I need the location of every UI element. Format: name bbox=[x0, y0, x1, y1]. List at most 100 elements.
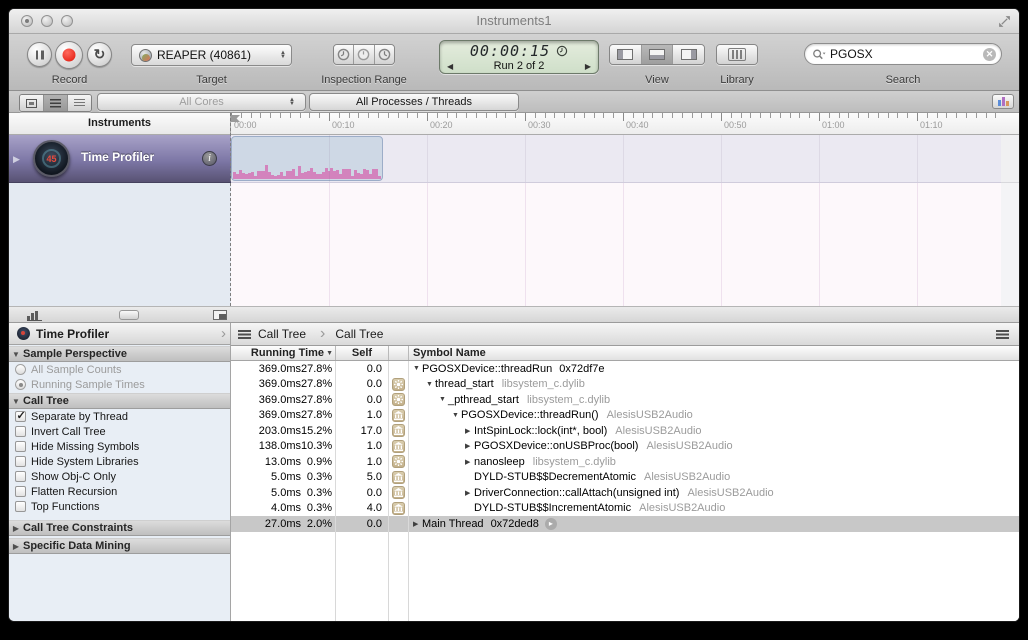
column-symbol-name[interactable]: Symbol Name bbox=[409, 346, 1019, 360]
table-row[interactable]: 27.0ms2.0%0.0▶Main Thread0x72ded8▸ bbox=[231, 516, 1019, 532]
checkbox-icon[interactable] bbox=[15, 456, 26, 467]
checkbox-icon[interactable] bbox=[15, 471, 26, 482]
pause-button[interactable] bbox=[27, 42, 52, 67]
processes-popup[interactable]: All Processes / Threads bbox=[309, 93, 519, 111]
section-sample-perspective[interactable]: ▼ Sample Perspective bbox=[9, 346, 230, 362]
cores-popup[interactable]: All Cores ▲▼ bbox=[97, 93, 306, 111]
ruler-minor-tick bbox=[966, 113, 967, 118]
column-self[interactable]: Self bbox=[336, 346, 389, 360]
checkbox-option-row[interactable]: Hide System Libraries bbox=[9, 454, 230, 469]
target-popup[interactable]: REAPER (40861) ▲▼ bbox=[131, 44, 292, 66]
table-header: Running Time▼ Self Symbol Name bbox=[231, 346, 1019, 361]
record-button[interactable] bbox=[55, 41, 83, 69]
table-row[interactable]: 369.0ms27.8%0.0▼thread_startlibsystem_c.… bbox=[231, 377, 1019, 393]
table-row[interactable]: 369.0ms27.8%0.0▼PGOSXDevice::threadRun0x… bbox=[231, 361, 1019, 377]
titlebar[interactable]: Instruments1 bbox=[9, 9, 1019, 34]
fullscreen-icon[interactable] bbox=[998, 15, 1011, 28]
checkbox-icon[interactable] bbox=[15, 426, 26, 437]
disclosure-closed-icon[interactable]: ▶ bbox=[465, 442, 474, 450]
breadcrumb-call-tree[interactable]: Call Tree bbox=[258, 327, 306, 341]
track-timeline[interactable] bbox=[231, 135, 1001, 183]
ruler-minor-tick bbox=[701, 113, 702, 118]
checkbox-option-row[interactable]: Hide Missing Symbols bbox=[9, 439, 230, 454]
extended-detail-button[interactable] bbox=[992, 94, 1014, 109]
disclosure-open-icon[interactable]: ▼ bbox=[439, 396, 448, 403]
table-row[interactable]: 203.0ms15.2%17.0▶IntSpinLock::lock(int*,… bbox=[231, 423, 1019, 439]
checkbox-option-row[interactable]: Separate by Thread bbox=[9, 409, 230, 424]
disclosure-open-icon[interactable]: ▼ bbox=[413, 365, 422, 372]
library-name: AlesisUSB2Audio bbox=[687, 487, 773, 499]
table-row[interactable]: 369.0ms27.8%0.0▼_pthread_startlibsystem_… bbox=[231, 392, 1019, 408]
instrument-list-empty bbox=[9, 183, 231, 306]
inspection-start-button[interactable] bbox=[334, 45, 353, 64]
radio-icon[interactable] bbox=[15, 364, 26, 375]
column-library-icon[interactable] bbox=[389, 346, 409, 360]
collapsed-section-header[interactable]: ▶Specific Data Mining bbox=[9, 538, 230, 554]
ruler-minor-tick bbox=[535, 113, 536, 118]
disclosure-closed-icon[interactable]: ▶ bbox=[465, 489, 474, 497]
checkbox-icon[interactable] bbox=[15, 441, 26, 452]
view-right-button[interactable] bbox=[672, 45, 704, 64]
table-row[interactable]: 138.0ms10.3%1.0▶PGOSXDevice::onUSBProc(b… bbox=[231, 439, 1019, 455]
checkbox-option-row[interactable]: Flatten Recursion bbox=[9, 484, 230, 499]
view-mode-list-button[interactable] bbox=[43, 95, 67, 111]
checkbox-icon[interactable] bbox=[15, 501, 26, 512]
view-bottom-button[interactable] bbox=[641, 45, 673, 64]
detail-menu-icon[interactable] bbox=[996, 330, 1009, 339]
column-running-time[interactable]: Running Time▼ bbox=[231, 346, 336, 360]
disclosure-open-icon[interactable]: ▼ bbox=[452, 412, 461, 419]
table-row[interactable]: 5.0ms0.3%0.0▶DriverConnection::callAttac… bbox=[231, 485, 1019, 501]
focus-arrow-icon[interactable]: ▸ bbox=[545, 518, 557, 530]
record-icon bbox=[63, 49, 76, 62]
view-mode-compact-button[interactable] bbox=[67, 95, 91, 111]
loop-button[interactable]: ↻ bbox=[87, 42, 112, 67]
clear-search-icon[interactable]: ✕ bbox=[983, 48, 996, 61]
view-left-button[interactable] bbox=[610, 45, 641, 64]
checkbox-icon[interactable] bbox=[15, 411, 26, 422]
running-time-percent: 2.0% bbox=[301, 518, 335, 530]
table-row[interactable]: 4.0ms0.3%4.0DYLD-STUB$$IncrementAtomicAl… bbox=[231, 501, 1019, 517]
track-info-button[interactable]: i bbox=[202, 151, 217, 166]
checkbox-option-row[interactable]: Invert Call Tree bbox=[9, 424, 230, 439]
strip-toggle-button[interactable] bbox=[119, 310, 139, 320]
sidebar-header[interactable]: Time Profiler › bbox=[9, 323, 230, 345]
menu-icon[interactable] bbox=[238, 330, 251, 339]
disclosure-closed-icon[interactable]: ▶ bbox=[465, 427, 474, 435]
filter-bar: All Cores ▲▼ All Processes / Threads bbox=[9, 91, 1019, 113]
checkbox-icon[interactable] bbox=[15, 486, 26, 497]
next-run-button[interactable]: ▶ bbox=[585, 62, 591, 71]
inspection-end-button[interactable] bbox=[374, 45, 394, 64]
checkbox-option-row[interactable]: Show Obj-C Only bbox=[9, 469, 230, 484]
collapsed-section-header[interactable]: ▶Call Tree Constraints bbox=[9, 520, 230, 536]
bar-chart-icon[interactable] bbox=[27, 310, 42, 321]
table-row[interactable]: 5.0ms0.3%5.0DYLD-STUB$$DecrementAtomicAl… bbox=[231, 470, 1019, 486]
disclosure-open-icon[interactable]: ▼ bbox=[426, 381, 435, 388]
track-disclosure-icon[interactable]: ▶ bbox=[13, 154, 20, 165]
symbol-name: DriverConnection::callAttach(unsigned in… bbox=[474, 487, 679, 499]
table-row[interactable]: 369.0ms27.8%1.0▼PGOSXDevice::threadRun()… bbox=[231, 408, 1019, 424]
ruler-minor-tick bbox=[564, 113, 565, 118]
timeline-ruler[interactable]: 00:0000:1000:2000:3000:4000:5001:0001:10 bbox=[231, 113, 1020, 135]
ruler-minor-tick bbox=[780, 113, 781, 118]
running-time-value: 5.0ms bbox=[231, 487, 301, 499]
checkbox-option-row[interactable]: Top Functions bbox=[9, 499, 230, 514]
disclosure-closed-icon[interactable]: ▶ bbox=[413, 520, 422, 528]
breadcrumb-call-tree-2[interactable]: Call Tree bbox=[335, 327, 383, 341]
radio-icon[interactable] bbox=[15, 379, 26, 390]
table-row[interactable]: 13.0ms0.9%1.0▶nanosleeplibsystem_c.dylib bbox=[231, 454, 1019, 470]
disclosure-closed-icon[interactable]: ▶ bbox=[465, 458, 474, 466]
symbol-name: DYLD-STUB$$IncrementAtomic bbox=[474, 502, 631, 514]
radio-option-row[interactable]: All Sample Counts bbox=[9, 362, 230, 377]
library-button[interactable] bbox=[716, 44, 758, 65]
search-icon bbox=[812, 48, 826, 61]
inspection-both-button[interactable] bbox=[353, 45, 373, 64]
section-call-tree[interactable]: ▼ Call Tree bbox=[9, 393, 230, 409]
time-profiler-track-header[interactable]: ▶ 45 Time Profiler i bbox=[9, 135, 231, 183]
prev-run-button[interactable]: ◀ bbox=[447, 62, 453, 71]
radio-option-row[interactable]: Running Sample Times bbox=[9, 377, 230, 392]
view-mode-single-button[interactable] bbox=[20, 95, 43, 111]
search-input[interactable]: PGOSX ✕ bbox=[804, 43, 1002, 65]
run-selection-region[interactable] bbox=[231, 136, 383, 181]
ruler-minor-tick bbox=[995, 113, 996, 118]
pane-toggle-icon[interactable] bbox=[213, 310, 227, 320]
